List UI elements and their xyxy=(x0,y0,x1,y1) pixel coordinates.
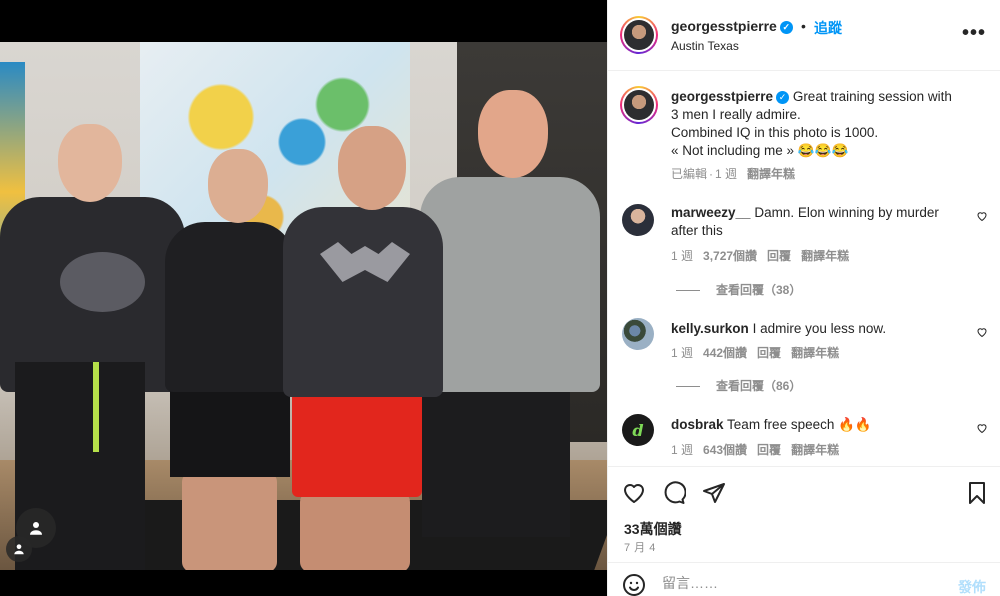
post-date[interactable]: 7 月 4 xyxy=(624,539,656,555)
comment-username[interactable]: kelly.surkon xyxy=(671,321,749,336)
comment-like-icon[interactable] xyxy=(976,422,988,437)
post-header: georgesstpierre ✓ • 追蹤 Austin Texas ••• xyxy=(608,0,1000,71)
caption-translate-link[interactable]: 翻譯年糕 xyxy=(747,167,795,181)
caption-line-1: Great training session with xyxy=(792,89,952,104)
comment-reply-button[interactable]: 回覆 xyxy=(767,249,791,263)
bookmark-icon[interactable] xyxy=(965,481,991,507)
comment-avatar[interactable] xyxy=(622,318,654,350)
comment-meta: 1 週 643個讚 回覆 翻譯年糕 xyxy=(671,441,849,458)
comment-avatar[interactable] xyxy=(622,204,654,236)
comment-like-count[interactable]: 643個讚 xyxy=(703,443,747,457)
caption-meta: 已編輯 · 1 週翻譯年糕 xyxy=(671,165,805,182)
user-tag-icon-small[interactable] xyxy=(6,536,32,562)
comment-like-icon[interactable] xyxy=(976,210,988,225)
comment-meta: 1 週 442個讚 回覆 翻譯年糕 xyxy=(671,344,849,361)
verified-icon: ✓ xyxy=(779,20,793,34)
more-icon[interactable]: ••• xyxy=(962,22,986,45)
comment-composer: 發佈 xyxy=(608,562,1000,596)
comment-like-count[interactable]: 3,727個讚 xyxy=(703,249,757,263)
comment-input[interactable] xyxy=(662,575,922,591)
caption-line-4: « Not including me » 😂😂😂 xyxy=(671,143,849,158)
caption-line-2: 3 men I really admire. xyxy=(671,107,801,122)
comment-reply-button[interactable]: 回覆 xyxy=(757,346,781,360)
comment-like-icon[interactable] xyxy=(976,326,988,341)
comment-body: I admire you less now. xyxy=(752,321,887,336)
comment-reply-button[interactable]: 回覆 xyxy=(757,443,781,457)
caption-line-3: Combined IQ in this photo is 1000. xyxy=(671,125,879,140)
emoji-icon[interactable] xyxy=(622,573,648,596)
post-media xyxy=(0,0,607,596)
view-replies-line xyxy=(676,386,700,388)
comment-username[interactable]: dosbrak xyxy=(671,417,724,432)
post-comment-button[interactable]: 發佈 xyxy=(958,577,986,596)
author-username[interactable]: georgesstpierre xyxy=(671,18,777,34)
author-username-row[interactable]: georgesstpierre ✓ xyxy=(671,18,793,34)
comments-list[interactable]: georgesstpierre ✓ Great training session … xyxy=(608,72,1000,465)
verified-icon: ✓ xyxy=(776,90,790,104)
author-avatar[interactable] xyxy=(620,16,658,54)
comment-body: Team free speech 🔥🔥 xyxy=(727,417,872,432)
caption-meta-dot: · xyxy=(709,167,714,181)
comment-translate-link[interactable]: 翻譯年糕 xyxy=(801,249,849,263)
caption-age[interactable]: 1 週 xyxy=(715,167,737,181)
post-actions: 33萬個讚 7 月 4 xyxy=(608,466,1000,562)
post-location[interactable]: Austin Texas xyxy=(671,39,739,53)
comment-meta: 1 週 3,727個讚 回覆 翻譯年糕 xyxy=(671,247,859,264)
comment-text: kelly.surkon I admire you less now. xyxy=(671,320,967,338)
view-replies-line xyxy=(676,290,700,292)
comment-username[interactable]: marweezy__ xyxy=(671,205,751,220)
comment-age[interactable]: 1 週 xyxy=(671,443,693,457)
comment-text: marweezy__ Damn. Elon winning by murder … xyxy=(671,204,967,240)
comment-translate-link[interactable]: 翻譯年糕 xyxy=(791,346,839,360)
caption-text: georgesstpierre ✓ Great training session … xyxy=(671,88,967,160)
like-count[interactable]: 33萬個讚 xyxy=(624,519,682,539)
view-replies-label: 查看回覆（38） xyxy=(716,283,802,297)
caption-username[interactable]: georgesstpierre xyxy=(671,89,773,104)
view-replies-button[interactable]: 查看回覆（38） xyxy=(676,281,801,298)
view-replies-label: 查看回覆（86） xyxy=(716,379,802,393)
heart-icon[interactable] xyxy=(622,481,648,507)
comment-avatar[interactable]: d xyxy=(622,414,654,446)
post-photo[interactable] xyxy=(0,42,607,570)
caption-edited: 已編輯 xyxy=(671,167,708,181)
view-replies-button[interactable]: 查看回覆（86） xyxy=(676,377,801,394)
comment-text: dosbrak Team free speech 🔥🔥 xyxy=(671,416,967,434)
comment-age[interactable]: 1 週 xyxy=(671,249,693,263)
comment-icon[interactable] xyxy=(662,481,688,507)
caption-avatar[interactable] xyxy=(620,86,658,124)
follow-button[interactable]: 追蹤 xyxy=(814,18,842,38)
share-icon[interactable] xyxy=(702,481,728,507)
comment-like-count[interactable]: 442個讚 xyxy=(703,346,747,360)
post-side-panel: georgesstpierre ✓ • 追蹤 Austin Texas ••• g… xyxy=(607,0,1000,596)
comment-translate-link[interactable]: 翻譯年糕 xyxy=(791,443,839,457)
comment-age[interactable]: 1 週 xyxy=(671,346,693,360)
header-separator: • xyxy=(801,18,806,34)
